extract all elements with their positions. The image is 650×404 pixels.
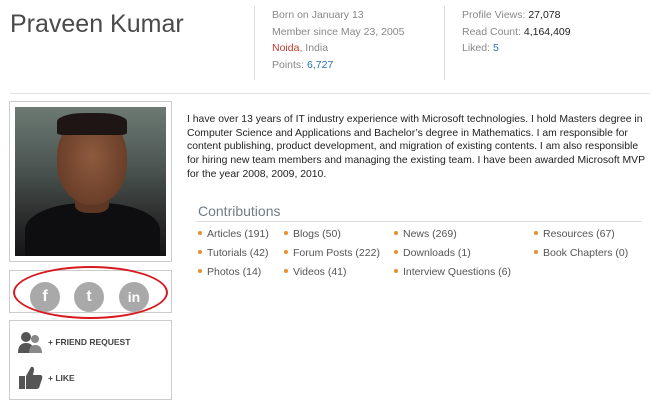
profile-photo — [15, 107, 166, 256]
contribution-news[interactable]: News (269) — [394, 228, 457, 240]
profile-views: Profile Views: 27,078 — [462, 9, 561, 21]
contribution-photos[interactable]: Photos (14) — [198, 266, 261, 278]
highlight-circle — [13, 266, 168, 319]
friend-request-button[interactable]: + FRIEND REQUEST — [18, 330, 130, 354]
contribution-blogs[interactable]: Blogs (50) — [284, 228, 341, 240]
contribution-forum-posts[interactable]: Forum Posts (222) — [284, 247, 380, 259]
like-button[interactable]: + LIKE — [18, 365, 75, 391]
country: , India — [299, 42, 329, 54]
profile-stats: Profile Views: 27,078 Read Count: 4,164,… — [462, 7, 571, 57]
liked-count: Liked: 5 — [462, 42, 499, 54]
profile-photo-frame — [9, 101, 172, 262]
divider — [444, 6, 445, 80]
header-divider — [10, 93, 650, 94]
contribution-articles[interactable]: Articles (191) — [198, 228, 269, 240]
contribution-interview-questions[interactable]: Interview Questions (6) — [394, 266, 511, 278]
contribution-tutorials[interactable]: Tutorials (42) — [198, 247, 268, 259]
contributions-title: Contributions — [198, 203, 281, 219]
profile-bio: I have over 13 years of IT industry expe… — [187, 114, 645, 180]
contribution-downloads[interactable]: Downloads (1) — [394, 247, 471, 259]
friend-request-icon — [18, 332, 42, 353]
read-count: Read Count: 4,164,409 — [462, 25, 571, 38]
birth-date: Born on January 13 — [272, 9, 364, 21]
thumbs-up-icon — [19, 366, 43, 389]
member-since: Member since May 23, 2005 — [272, 25, 405, 38]
liked-value[interactable]: 5 — [493, 42, 499, 54]
points-value[interactable]: 6,727 — [307, 59, 333, 71]
contribution-videos[interactable]: Videos (41) — [284, 266, 347, 278]
profile-actions: + FRIEND REQUEST + LIKE — [9, 320, 172, 400]
contribution-book-chapters[interactable]: Book Chapters (0) — [534, 247, 628, 259]
contribution-resources[interactable]: Resources (67) — [534, 228, 615, 240]
profile-name: Praveen Kumar — [10, 10, 184, 38]
profile-details: Born on January 13 Member since May 23, … — [272, 7, 404, 73]
points: Points: 6,727 — [272, 58, 334, 71]
location: Noida, India — [272, 40, 404, 57]
city-link[interactable]: Noida — [272, 42, 299, 54]
divider — [254, 6, 255, 80]
contributions-divider — [197, 221, 642, 222]
